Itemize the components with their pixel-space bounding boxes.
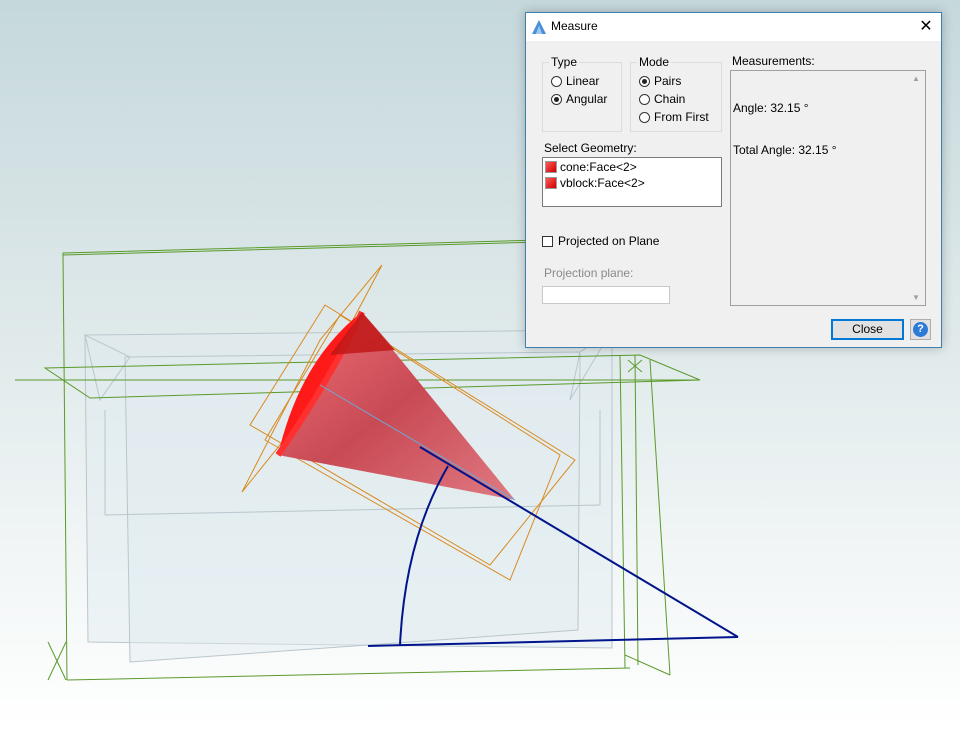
geometry-item-label: vblock:Face<2> [560, 176, 645, 190]
radio-pairs[interactable]: Pairs [639, 73, 681, 89]
select-geometry-list[interactable]: cone:Face<2> vblock:Face<2> [542, 157, 722, 207]
help-button[interactable]: ? [910, 319, 931, 340]
radio-pairs-indicator[interactable] [639, 76, 650, 87]
radio-pairs-label: Pairs [654, 74, 682, 88]
close-icon[interactable]: ✕ [911, 13, 941, 41]
face-cube-icon [545, 161, 557, 173]
help-icon: ? [913, 322, 928, 337]
measurements-scrollbar[interactable]: ▲ ▼ [909, 71, 925, 305]
type-group-label: Type [549, 55, 580, 69]
select-geometry-label: Select Geometry: [544, 141, 637, 155]
app-logo-icon [532, 20, 546, 34]
measure-dialog: Measure ✕ Type Linear Angular Mode Pairs… [525, 12, 942, 348]
dialog-title: Measure [551, 19, 598, 33]
radio-from-first-label: From First [654, 110, 709, 124]
close-button[interactable]: Close [831, 319, 904, 340]
geometry-item-label: cone:Face<2> [560, 160, 637, 174]
projected-on-plane-box[interactable] [542, 236, 553, 247]
scroll-up-icon[interactable]: ▲ [912, 74, 920, 83]
radio-linear[interactable]: Linear [551, 73, 599, 89]
mode-group: Mode Pairs Chain From First [630, 55, 722, 132]
projected-on-plane-label: Projected on Plane [558, 234, 660, 248]
radio-angular-indicator[interactable] [551, 94, 562, 105]
radio-linear-indicator[interactable] [551, 76, 562, 87]
radio-from-first-indicator[interactable] [639, 112, 650, 123]
projection-plane-label: Projection plane: [544, 266, 634, 280]
radio-chain-indicator[interactable] [639, 94, 650, 105]
measurements-label: Measurements: [732, 54, 815, 68]
measurement-line-total-angle: Total Angle: 32.15 ° [733, 143, 837, 157]
projection-plane-input[interactable] [542, 286, 670, 304]
mode-group-label: Mode [637, 55, 672, 69]
radio-from-first[interactable]: From First [639, 109, 709, 125]
scroll-down-icon[interactable]: ▼ [912, 293, 920, 302]
list-item[interactable]: cone:Face<2> [545, 159, 637, 175]
measurements-box[interactable]: Angle: 32.15 ° Total Angle: 32.15 ° ▲ ▼ [730, 70, 926, 306]
list-item[interactable]: vblock:Face<2> [545, 175, 645, 191]
radio-angular-label: Angular [566, 92, 608, 106]
type-group: Type Linear Angular [542, 55, 622, 132]
measurements-text: Angle: 32.15 ° Total Angle: 32.15 ° [733, 73, 837, 185]
projected-on-plane-checkbox[interactable]: Projected on Plane [542, 234, 659, 248]
measurement-line-angle: Angle: 32.15 ° [733, 101, 809, 115]
radio-chain-label: Chain [654, 92, 686, 106]
radio-linear-label: Linear [566, 74, 600, 88]
face-cube-icon [545, 177, 557, 189]
radio-angular[interactable]: Angular [551, 91, 607, 107]
dialog-titlebar[interactable]: Measure ✕ [526, 13, 941, 41]
radio-chain[interactable]: Chain [639, 91, 685, 107]
